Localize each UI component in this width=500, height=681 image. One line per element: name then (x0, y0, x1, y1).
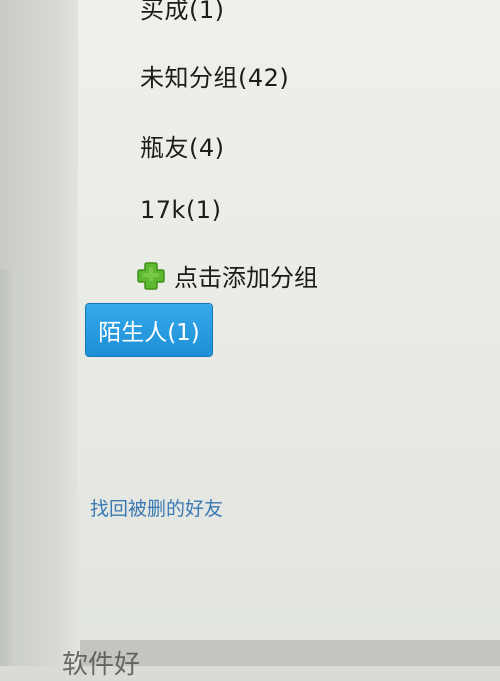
plus-icon (137, 261, 165, 290)
stranger-group[interactable]: 陌生人(1) (86, 304, 212, 356)
group-item[interactable]: 未知分组(42) (140, 58, 289, 93)
left-panel-border (0, 270, 18, 666)
recover-deleted-friends-link[interactable]: 找回被删的好友 (90, 494, 223, 521)
left-panel-edge (0, 0, 80, 666)
stranger-group-label: 陌生人(1) (98, 320, 200, 346)
group-item[interactable]: 瓶友(4) (140, 128, 225, 163)
add-group-label: 点击添加分组 (174, 264, 318, 292)
group-item[interactable]: 17k(1) (140, 196, 221, 224)
bottom-partial-text: 软件好 (62, 650, 141, 680)
add-group-button[interactable]: 点击添加分组 (136, 258, 318, 293)
group-item[interactable]: 买成(1) (140, 0, 225, 25)
